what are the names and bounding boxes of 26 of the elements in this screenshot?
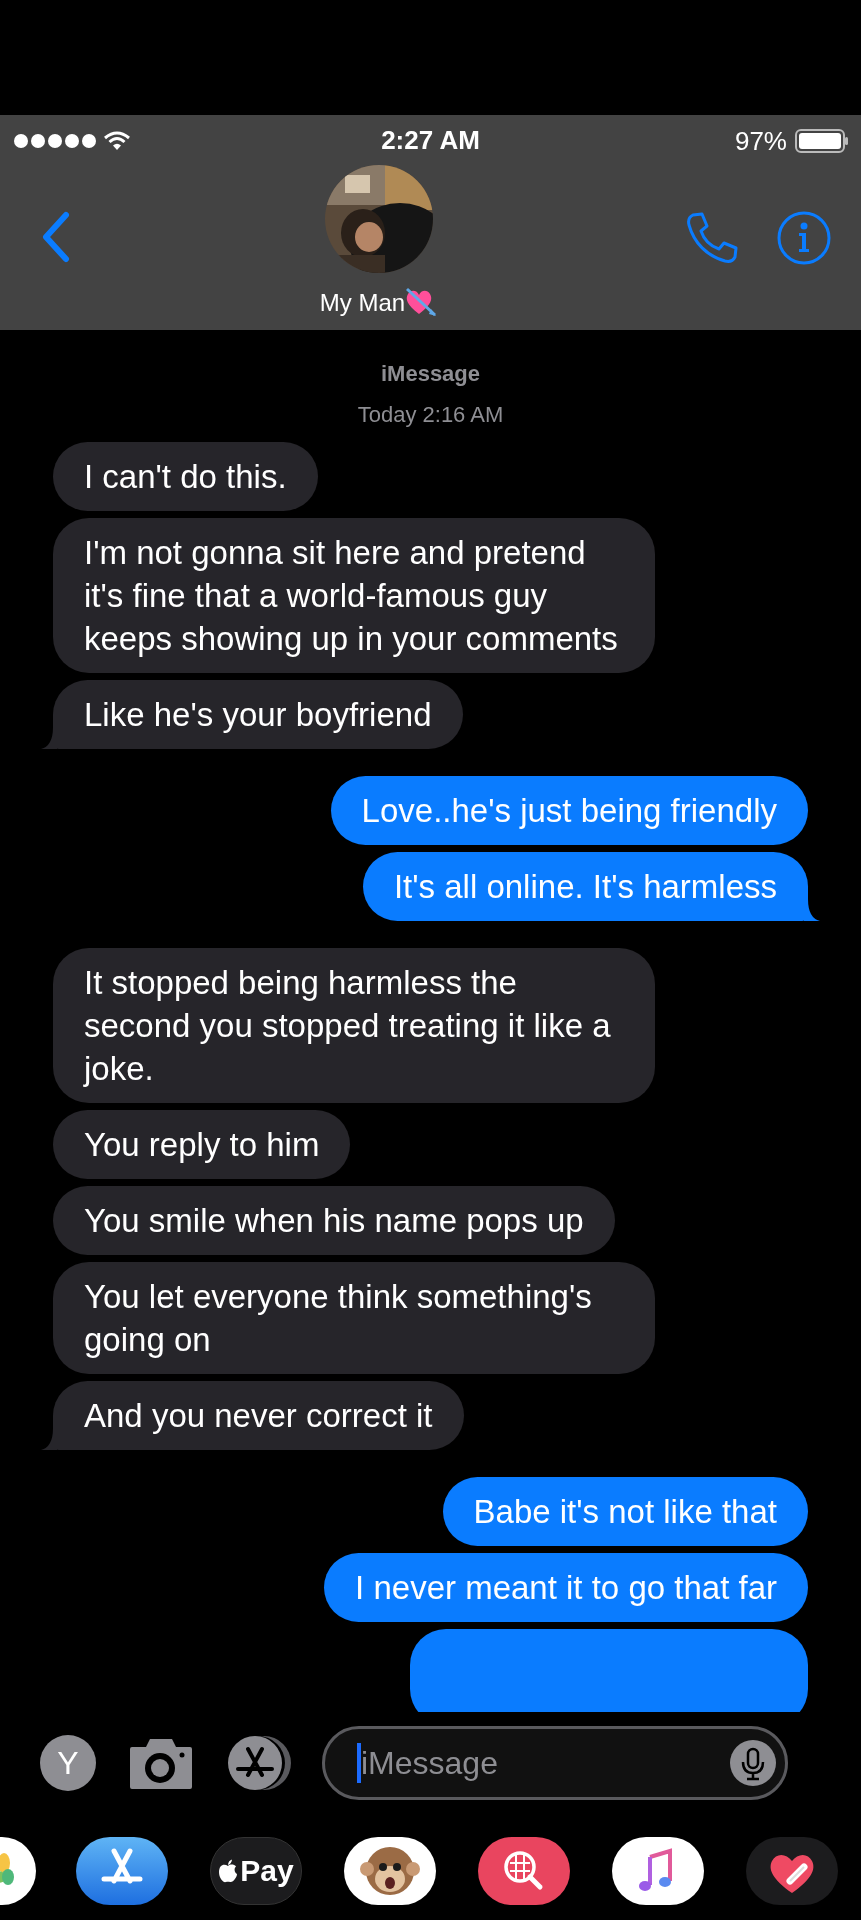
message-bubble: Babe it's not like that	[442, 1477, 808, 1546]
microphone-icon[interactable]	[730, 1740, 776, 1786]
message-bubble: It stopped being harmless the second you stopped treating it like a joke.	[53, 948, 655, 1103]
message-input[interactable]: iMessage	[361, 1744, 730, 1782]
compose-field[interactable]: iMessage	[322, 1726, 788, 1800]
timestamp: Today 2:16 AM	[357, 402, 504, 428]
info-icon[interactable]	[777, 211, 831, 265]
phone-icon[interactable]	[685, 211, 739, 265]
apple-pay-app-button[interactable]: Pay	[210, 1837, 302, 1905]
message-bubble: I'm not gonna sit here and pretend it's fine that a world-famous guy keeps showing up in your comments	[53, 518, 655, 673]
service-label: iMessage	[380, 361, 481, 387]
message-bubble: You reply to him	[53, 1110, 351, 1179]
message-bubble: I can't do this.	[53, 442, 318, 511]
message-bubble: You let everyone think something's going on	[53, 1262, 655, 1374]
apple-icon	[218, 1859, 239, 1883]
battery-percentage: 97%	[734, 125, 787, 157]
signal-icon	[14, 134, 96, 148]
message-bubble: You smile when his name pops up	[53, 1186, 615, 1255]
back-icon[interactable]	[40, 211, 72, 263]
battery-icon	[795, 129, 849, 153]
wifi-icon	[104, 131, 130, 151]
message-bubble: I never meant it to go that far	[324, 1553, 808, 1622]
message-bubble: Love..he's just being friendly	[330, 776, 808, 845]
status-time: 2:27 AM	[381, 125, 480, 156]
heart-arrow-icon	[405, 287, 438, 317]
contact-name[interactable]: My Man	[319, 289, 406, 317]
